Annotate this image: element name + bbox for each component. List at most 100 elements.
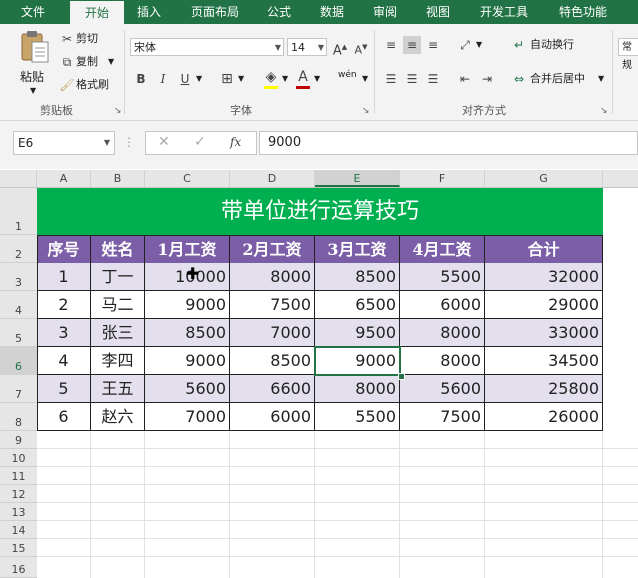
header-cell-apr[interactable]: 4月工资 (400, 236, 485, 263)
column-header-b[interactable]: B (91, 170, 145, 187)
cell-total[interactable]: 32000 (485, 263, 603, 291)
bold-button[interactable]: B (132, 70, 150, 88)
cell-jan[interactable]: 9000 (145, 291, 230, 319)
cell-feb[interactable]: 8000 (230, 263, 315, 291)
header-cell-mar[interactable]: 3月工资 (315, 236, 400, 263)
cell-mar[interactable]: 8000 (315, 375, 400, 403)
underline-button[interactable]: U (176, 70, 194, 88)
phonetic-guide-icon[interactable]: wén (338, 66, 357, 84)
column-header-c[interactable]: C (145, 170, 230, 187)
font-color-dropdown-icon[interactable]: ▼ (314, 70, 320, 88)
cell-jan[interactable]: 5600 (145, 375, 230, 403)
column-header-a[interactable]: A (37, 170, 91, 187)
cell-apr[interactable]: 7500 (400, 403, 485, 431)
decrease-indent-icon[interactable]: ⇤ (456, 70, 474, 88)
cell-mar[interactable]: 9500 (315, 319, 400, 347)
row-header-13[interactable]: 13 (0, 503, 37, 521)
formula-input[interactable]: 9000 (259, 131, 638, 155)
font-color-icon[interactable]: A (294, 68, 312, 86)
cell-jan[interactable]: 8500 (145, 319, 230, 347)
name-box[interactable]: E6 ▼ (13, 131, 115, 155)
header-cell-name[interactable]: 姓名 (91, 236, 145, 263)
cell-feb[interactable]: 7500 (230, 291, 315, 319)
row-header-16[interactable]: 16 (0, 557, 37, 578)
font-name-select[interactable]: 宋体 ▼ (130, 38, 284, 56)
chevron-down-icon[interactable]: ▼ (104, 132, 110, 154)
cell-total[interactable]: 25800 (485, 375, 603, 403)
cell-name[interactable]: 李四 (91, 347, 145, 375)
align-left-icon[interactable]: ☰ (382, 70, 400, 88)
row-header-1[interactable]: 1 (0, 188, 37, 235)
cell-total[interactable]: 29000 (485, 291, 603, 319)
shrink-font-button[interactable]: A▼ (352, 38, 370, 57)
align-bottom-icon[interactable]: ≡ (424, 36, 442, 54)
cell-apr[interactable]: 6000 (400, 291, 485, 319)
row-header-12[interactable]: 12 (0, 485, 37, 503)
tab-special-features[interactable]: 特色功能 (546, 0, 620, 24)
cell-apr[interactable]: 8000 (400, 319, 485, 347)
column-header-e[interactable]: E (315, 170, 400, 187)
paste-dropdown-icon[interactable]: ▼ (30, 82, 36, 100)
wrap-text-button[interactable]: 自动换行 (530, 36, 574, 54)
merge-center-button[interactable]: 合并后居中 (530, 70, 585, 88)
cut-button[interactable]: 剪切 (76, 30, 98, 48)
header-cell-jan[interactable]: 1月工资 (145, 236, 230, 263)
format-painter-button[interactable]: 格式刷 (76, 76, 109, 94)
align-right-icon[interactable]: ☰ (424, 70, 442, 88)
row-header-4[interactable]: 4 (0, 291, 37, 319)
number-format-select[interactable]: 常规 (618, 38, 638, 71)
sheet-title[interactable]: 带单位进行运算技巧 (37, 188, 603, 235)
row-header-9[interactable]: 9 (0, 431, 37, 449)
tab-review[interactable]: 审阅 (362, 0, 408, 24)
tab-formulas[interactable]: 公式 (256, 0, 302, 24)
cell-mar[interactable]: 8500 (315, 263, 400, 291)
cell-feb[interactable]: 7000 (230, 319, 315, 347)
copy-button[interactable]: 复制 (76, 53, 98, 71)
cell-mar[interactable]: 6500 (315, 291, 400, 319)
cell-name[interactable]: 张三 (91, 319, 145, 347)
cell-name[interactable]: 马二 (91, 291, 145, 319)
tab-file[interactable]: 文件 (10, 0, 56, 24)
fill-color-dropdown-icon[interactable]: ▼ (282, 70, 288, 88)
cell-apr[interactable]: 5500 (400, 263, 485, 291)
row-header-2[interactable]: 2 (0, 235, 37, 263)
cell-total[interactable]: 34500 (485, 347, 603, 375)
cell-mar[interactable]: 5500 (315, 403, 400, 431)
tab-home[interactable]: 开始 (70, 1, 124, 24)
formula-bar-splitter[interactable]: ⋮ (123, 135, 135, 149)
cell-seq[interactable]: 2 (37, 291, 91, 319)
row-header-15[interactable]: 15 (0, 539, 37, 557)
column-header-d[interactable]: D (230, 170, 315, 187)
underline-dropdown-icon[interactable]: ▼ (196, 70, 202, 88)
cell-name[interactable]: 丁一 (91, 263, 145, 291)
column-header-f[interactable]: F (400, 170, 485, 187)
grow-font-button[interactable]: A▲ (331, 38, 349, 58)
align-top-icon[interactable]: ≡ (382, 36, 400, 54)
fill-color-icon[interactable]: ◈ (262, 68, 280, 86)
cell-apr[interactable]: 5600 (400, 375, 485, 403)
paste-button[interactable]: 粘贴 ▼ (18, 30, 52, 95)
column-header-h[interactable] (603, 170, 638, 187)
select-all-button[interactable] (0, 170, 37, 187)
orientation-dropdown-icon[interactable]: ▼ (476, 36, 482, 54)
align-middle-icon[interactable]: ≡ (403, 36, 421, 54)
orientation-icon[interactable]: ⤢ (456, 36, 474, 54)
tab-page-layout[interactable]: 页面布局 (180, 0, 250, 24)
tab-developer[interactable]: 开发工具 (467, 0, 541, 24)
row-header-14[interactable]: 14 (0, 521, 37, 539)
row-header-8[interactable]: 8 (0, 403, 37, 431)
row-header-6[interactable]: 6 (0, 347, 37, 375)
cell-seq[interactable]: 6 (37, 403, 91, 431)
cell-total[interactable]: 26000 (485, 403, 603, 431)
tab-data[interactable]: 数据 (309, 0, 355, 24)
cell-seq[interactable]: 4 (37, 347, 91, 375)
cell-name[interactable]: 王五 (91, 375, 145, 403)
merge-dropdown-icon[interactable]: ▼ (598, 70, 604, 88)
phonetic-dropdown-icon[interactable]: ▼ (362, 70, 368, 88)
cell-name[interactable]: 赵六 (91, 403, 145, 431)
copy-dropdown-icon[interactable]: ▼ (108, 53, 114, 71)
cell-feb[interactable]: 6000 (230, 403, 315, 431)
alignment-launcher-icon[interactable]: ↘ (600, 106, 608, 116)
row-header-11[interactable]: 11 (0, 467, 37, 485)
row-header-3[interactable]: 3 (0, 263, 37, 291)
